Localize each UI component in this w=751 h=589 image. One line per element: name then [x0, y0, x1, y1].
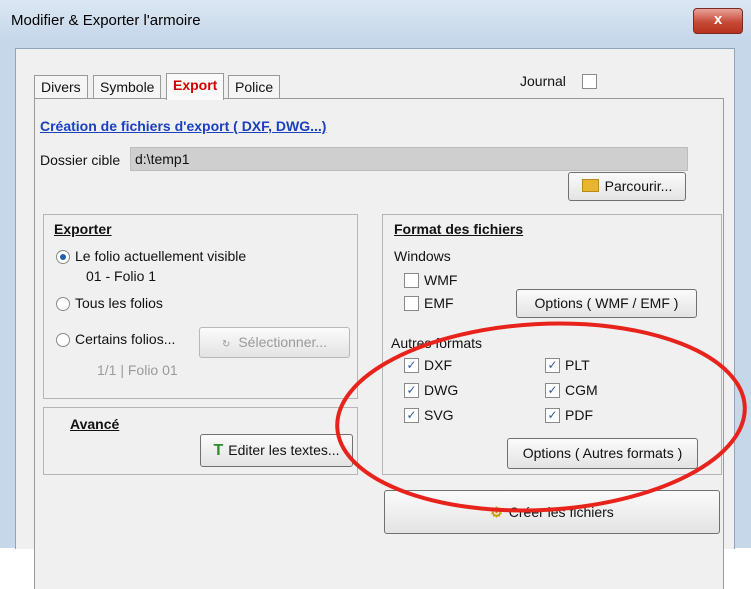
windows-options-label: Options ( WMF / EMF ) — [534, 295, 679, 311]
radio-all-folios[interactable] — [56, 297, 70, 311]
radio-all-folios-label: Tous les folios — [75, 295, 163, 311]
dxf-checkbox[interactable]: ✓ — [404, 358, 419, 373]
other-options-label: Options ( Autres formats ) — [522, 445, 683, 461]
plt-checkbox[interactable]: ✓ — [545, 358, 560, 373]
tab-divers[interactable]: Divers — [34, 75, 88, 99]
tab-export[interactable]: Export — [166, 73, 225, 100]
svg-checkbox[interactable]: ✓ — [404, 408, 419, 423]
radio-some-folios[interactable] — [56, 333, 70, 347]
edit-texts-button[interactable]: T Editer les textes... — [200, 434, 353, 467]
cgm-label: CGM — [565, 382, 598, 398]
browse-label: Parcourir... — [604, 178, 673, 194]
other-formats-label: Autres formats — [391, 335, 483, 351]
tab-label: Police — [235, 79, 274, 95]
tab-symbole[interactable]: Symbole — [93, 75, 162, 99]
export-group-title: Exporter — [54, 221, 112, 237]
svg-label: SVG — [424, 407, 454, 423]
windows-options-button[interactable]: Options ( WMF / EMF ) — [516, 289, 697, 318]
browse-button[interactable]: Parcourir... — [568, 172, 686, 201]
edit-texts-label: Editer les textes... — [228, 442, 340, 458]
tab-label: Export — [173, 77, 218, 93]
format-group-title: Format des fichiers — [394, 221, 524, 237]
emf-label: EMF — [424, 295, 454, 311]
wmf-checkbox[interactable] — [404, 273, 419, 288]
windows-label: Windows — [394, 248, 451, 264]
dwg-checkbox[interactable]: ✓ — [404, 383, 419, 398]
select-button[interactable]: ↻ Sélectionner... — [199, 327, 350, 358]
emf-checkbox[interactable] — [404, 296, 419, 311]
section-title: Création de fichiers d'export ( DXF, DWG… — [40, 118, 327, 134]
plt-label: PLT — [565, 357, 590, 373]
target-folder-label: Dossier cible — [40, 152, 121, 168]
tab-label: Divers — [41, 79, 81, 95]
current-folio-name: 01 - Folio 1 — [86, 268, 157, 284]
wmf-label: WMF — [424, 272, 458, 288]
journal-label: Journal — [520, 73, 566, 89]
tab-police[interactable]: Police — [228, 75, 281, 99]
create-files-icon: ⚙ — [490, 504, 503, 520]
select-label: Sélectionner... — [238, 334, 328, 350]
cgm-checkbox[interactable]: ✓ — [545, 383, 560, 398]
pdf-label: PDF — [565, 407, 593, 423]
folder-icon — [581, 179, 599, 192]
create-files-label: Créer les fichiers — [508, 504, 614, 520]
target-folder-field[interactable]: d:\temp1 — [130, 147, 688, 171]
dialog-client-area: Divers Symbole Export Police Journal Cré… — [15, 48, 735, 589]
close-icon: x — [713, 11, 723, 28]
other-options-button[interactable]: Options ( Autres formats ) — [507, 438, 698, 469]
edit-text-icon: T — [213, 442, 224, 459]
tab-label: Symbole — [100, 79, 155, 95]
window-title: Modifier & Exporter l'armoire — [11, 12, 201, 29]
radio-current-folio-label: Le folio actuellement visible — [75, 248, 247, 264]
create-files-button[interactable]: ⚙ Créer les fichiers — [384, 490, 720, 534]
radio-current-folio[interactable] — [56, 250, 70, 264]
radio-some-folios-label: Certains folios... — [75, 331, 176, 347]
select-icon: ↻ — [221, 339, 231, 350]
dwg-label: DWG — [424, 382, 459, 398]
target-folder-value: d:\temp1 — [135, 151, 190, 167]
dxf-label: DXF — [424, 357, 452, 373]
pdf-checkbox[interactable]: ✓ — [545, 408, 560, 423]
some-folios-range: 1/1 | Folio 01 — [97, 362, 178, 378]
close-button[interactable]: x — [693, 8, 743, 34]
advanced-group-title: Avancé — [70, 416, 120, 432]
journal-checkbox[interactable] — [582, 74, 597, 89]
